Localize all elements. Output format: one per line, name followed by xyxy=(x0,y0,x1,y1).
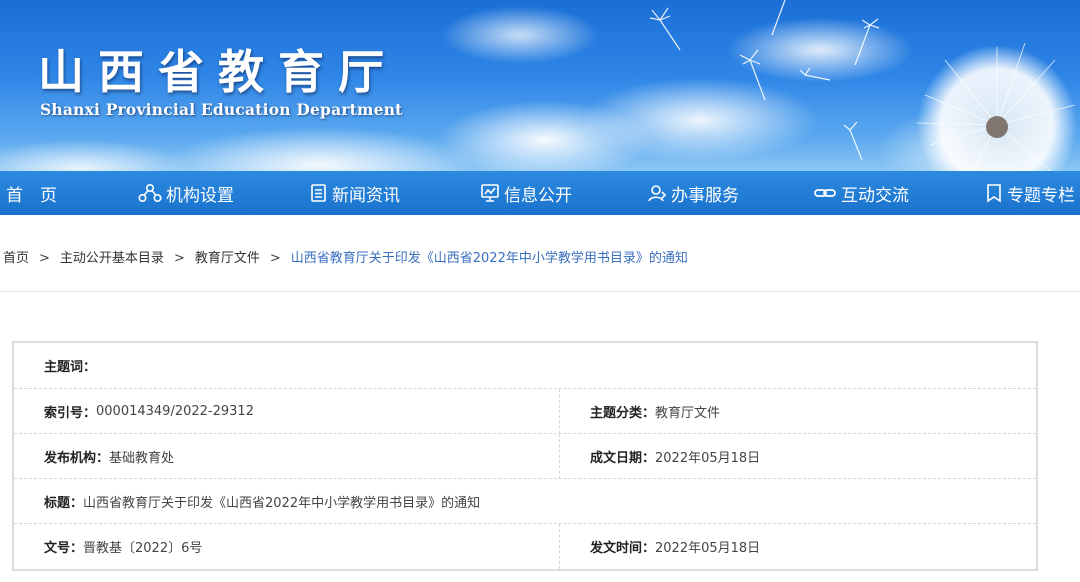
meta-cell-title: 标题： 山西省教育厅关于印发《山西省2022年中小学教学用书目录》的通知 xyxy=(44,479,480,524)
dandelion-icon xyxy=(916,42,1077,171)
nav-item-home[interactable]: 首 页 xyxy=(6,171,57,215)
meta-row-publisher: 发布机构： 基础教育处 成文日期： 2022年05月18日 xyxy=(14,433,1036,479)
breadcrumb: 首页 > 主动公开基本目录 > 教育厅文件 > 山西省教育厅关于印发《山西省2022年中小学… xyxy=(3,247,688,266)
meta-label-created-date: 成文日期： xyxy=(590,451,656,466)
nav-item-label: 专题专栏 xyxy=(1007,185,1075,206)
meta-row-title: 标题： 山西省教育厅关于印发《山西省2022年中小学教学用书目录》的通知 xyxy=(14,478,1036,524)
nav-item-label: 办事服务 xyxy=(671,185,739,206)
column-divider xyxy=(559,524,560,569)
breadcrumb-public-catalog[interactable]: 主动公开基本目录 xyxy=(60,247,164,266)
meta-row-doc-no: 文号： 晋教基〔2022〕6号 发文时间： 2022年05月18日 xyxy=(14,523,1036,569)
breadcrumb-current-page[interactable]: 山西省教育厅关于印发《山西省2022年中小学教学用书目录》的通知 xyxy=(291,247,688,266)
nav-item-label: 首 页 xyxy=(6,185,57,206)
nav-item-organization[interactable]: 机构设置 xyxy=(138,171,234,215)
meta-cell-publish-time: 发文时间： 2022年05月18日 xyxy=(590,524,760,569)
meta-label-publish-time: 发文时间： xyxy=(590,541,656,556)
breadcrumb-home[interactable]: 首页 xyxy=(3,247,29,266)
meta-value-category: 教育厅文件 xyxy=(655,406,721,421)
chart-board-icon xyxy=(481,184,499,202)
breadcrumb-separator: > xyxy=(173,251,185,266)
meta-cell-index-no: 索引号： 000014349/2022-29312 xyxy=(44,389,254,434)
meta-label-index-no: 索引号： xyxy=(44,406,97,421)
bookmark-icon xyxy=(987,184,1001,203)
meta-value-created-date: 2022年05月18日 xyxy=(655,451,761,466)
meta-value-title: 山西省教育厅关于印发《山西省2022年中小学教学用书目录》的通知 xyxy=(83,496,481,511)
breadcrumb-divider xyxy=(0,291,1080,292)
meta-row-theme: 主题词： xyxy=(14,343,1036,388)
nav-item-info-disclosure[interactable]: 信息公开 xyxy=(480,171,572,215)
document-metadata-table: 主题词： 索引号： 000014349/2022-29312 主题分类： 教育厅… xyxy=(12,341,1038,571)
org-chart-icon xyxy=(138,183,162,203)
nav-item-special-topics[interactable]: 专题专栏 xyxy=(985,171,1075,215)
nav-item-label: 互动交流 xyxy=(841,185,909,206)
nav-item-news[interactable]: 新闻资讯 xyxy=(310,171,400,215)
site-title: 山西省教育厅 xyxy=(38,45,398,99)
meta-label-category: 主题分类： xyxy=(590,406,656,421)
meta-cell-theme-words: 主题词： xyxy=(44,343,96,388)
meta-cell-category: 主题分类： 教育厅文件 xyxy=(590,389,720,434)
meta-value-index-no: 000014349/2022-29312 xyxy=(96,404,254,419)
breadcrumb-separator: > xyxy=(269,251,281,266)
document-icon xyxy=(311,184,326,202)
nav-item-label: 新闻资讯 xyxy=(332,185,400,206)
header-banner: 山西省教育厅 Shanxi Provincial Education Depar… xyxy=(0,0,1080,171)
meta-label-title: 标题： xyxy=(44,496,84,511)
meta-value-doc-no: 晋教基〔2022〕6号 xyxy=(83,541,203,556)
column-divider xyxy=(559,389,560,434)
meta-cell-doc-no: 文号： 晋教基〔2022〕6号 xyxy=(44,524,202,569)
dandelion-seeds-decoration xyxy=(649,0,880,161)
nav-item-services[interactable]: 办事服务 xyxy=(647,171,739,215)
user-service-icon xyxy=(648,185,667,202)
site-subtitle: Shanxi Provincial Education Department xyxy=(40,100,403,119)
meta-label-doc-no: 文号： xyxy=(44,541,84,556)
nav-item-label: 机构设置 xyxy=(166,185,234,206)
breadcrumb-department-documents[interactable]: 教育厅文件 xyxy=(195,247,260,266)
meta-cell-created-date: 成文日期： 2022年05月18日 xyxy=(590,434,760,479)
meta-row-index: 索引号： 000014349/2022-29312 主题分类： 教育厅文件 xyxy=(14,388,1036,434)
meta-label-theme-words: 主题词： xyxy=(44,360,97,375)
breadcrumb-separator: > xyxy=(39,251,50,266)
meta-cell-publisher: 发布机构： 基础教育处 xyxy=(44,434,174,479)
meta-value-publish-time: 2022年05月18日 xyxy=(655,541,761,556)
column-divider xyxy=(559,434,560,479)
main-nav: 首 页 机构设置 新闻资讯 信息公开 办事服务 互动交流 专题专栏 xyxy=(0,171,1080,215)
nav-item-label: 信息公开 xyxy=(504,185,572,206)
meta-label-publisher: 发布机构： xyxy=(44,451,110,466)
link-chain-icon xyxy=(814,189,836,197)
nav-item-interaction[interactable]: 互动交流 xyxy=(813,171,909,215)
meta-value-publisher: 基础教育处 xyxy=(109,451,175,466)
